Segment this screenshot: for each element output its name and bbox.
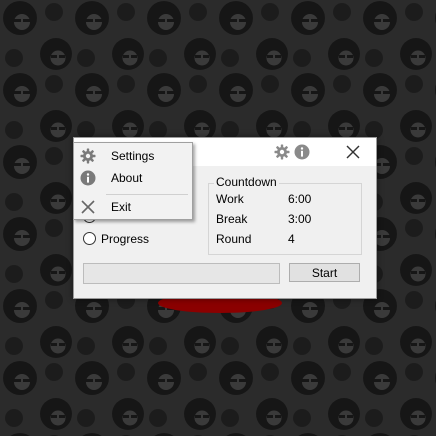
context-menu: Settings About Exit <box>73 142 193 220</box>
gear-icon[interactable] <box>274 144 290 160</box>
progress-radio-label: Progress <box>101 232 150 246</box>
close-icon[interactable] <box>344 143 362 161</box>
menu-item-exit[interactable]: Exit <box>74 196 192 218</box>
gear-icon <box>80 148 96 164</box>
menu-separator <box>106 194 188 195</box>
break-label: Break <box>216 212 248 226</box>
progress-radio[interactable] <box>83 232 96 245</box>
info-icon[interactable] <box>294 144 310 160</box>
menu-label-settings: Settings <box>111 149 155 163</box>
work-label: Work <box>216 192 244 206</box>
round-value: 4 <box>288 232 295 246</box>
start-button[interactable]: Start <box>289 263 360 282</box>
info-icon <box>80 170 96 186</box>
countdown-title: Countdown <box>214 175 279 189</box>
work-value: 6:00 <box>288 192 312 206</box>
menu-label-exit: Exit <box>111 200 132 214</box>
menu-label-about: About <box>111 171 143 185</box>
round-label: Round <box>216 232 252 246</box>
break-value: 3:00 <box>288 212 312 226</box>
progress-bar <box>83 263 280 284</box>
menu-item-settings[interactable]: Settings <box>74 145 192 167</box>
close-icon <box>81 200 95 214</box>
menu-item-about[interactable]: About <box>74 167 192 189</box>
